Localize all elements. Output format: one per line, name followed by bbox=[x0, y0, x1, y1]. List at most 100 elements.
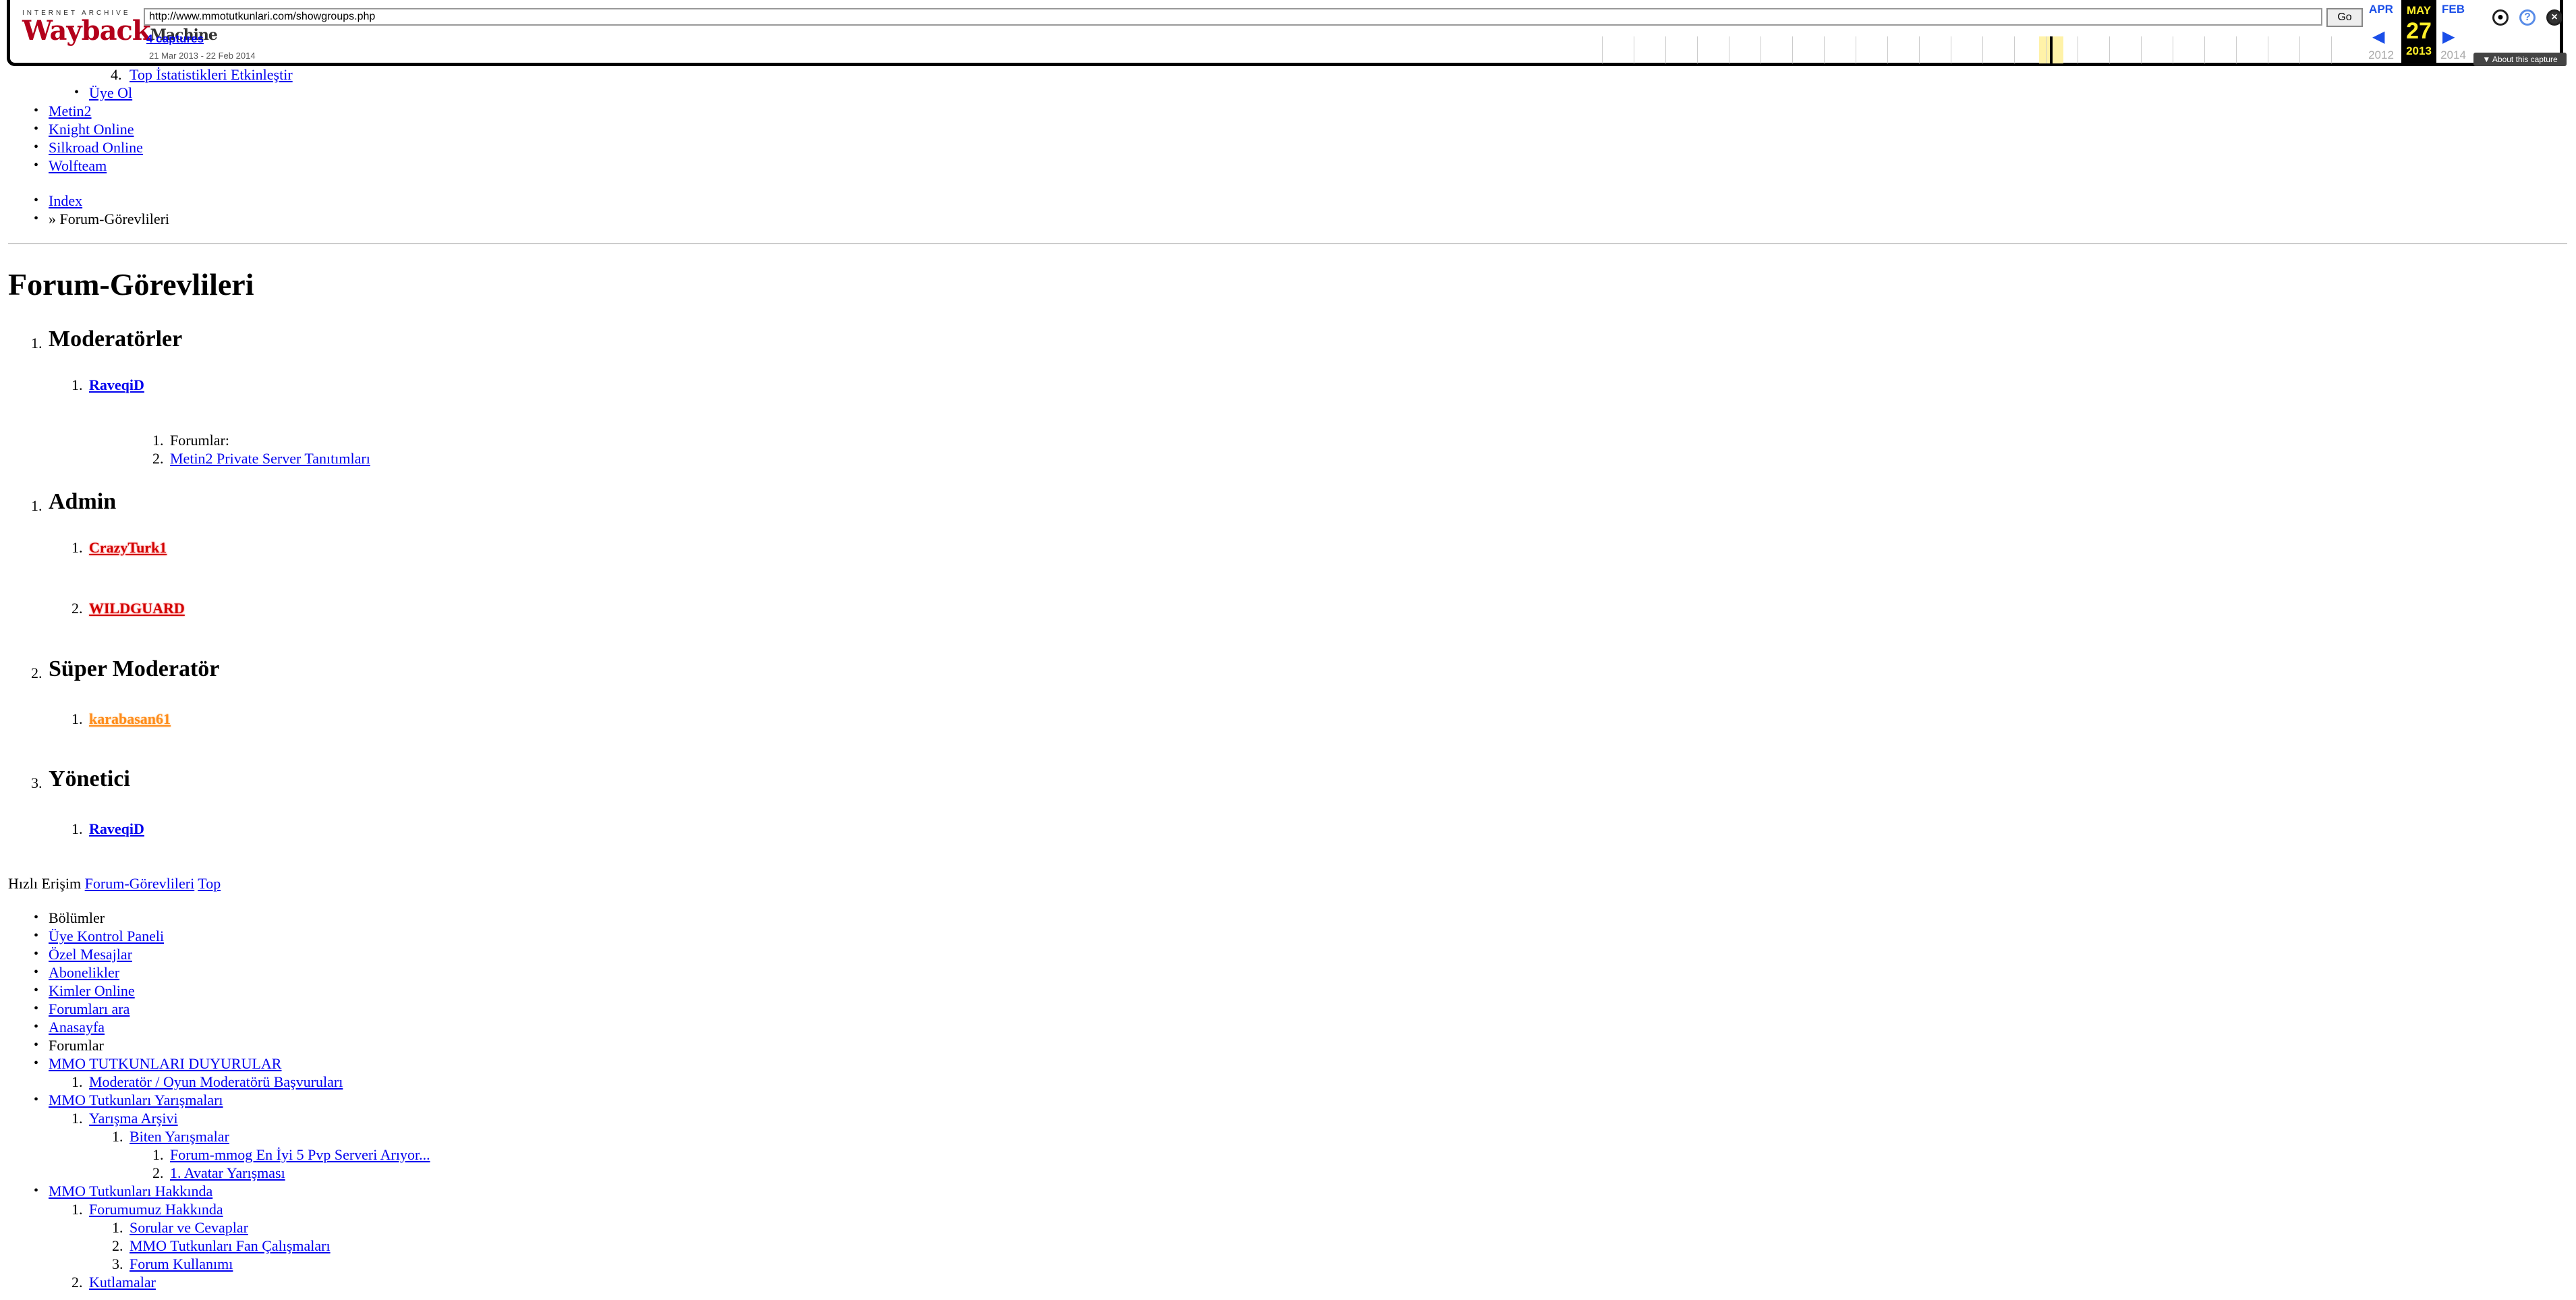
nav-link-faq[interactable]: Sorular ve Cevaplar bbox=[130, 1219, 248, 1236]
nav-item[interactable]: Anasayfa bbox=[34, 1018, 105, 1036]
group-number: 3. bbox=[31, 774, 42, 791]
group-title-super-moderator: Süper Moderatör bbox=[49, 656, 220, 681]
nav-item[interactable]: 2. Kutlamalar bbox=[71, 1273, 156, 1291]
group-member-number: 1. bbox=[71, 820, 83, 837]
help-icon[interactable]: ? bbox=[2519, 9, 2536, 26]
prev-year-label[interactable]: 2012 bbox=[2364, 49, 2398, 62]
nav-item[interactable]: 2. MMO Tutkunları Fan Çalışmaları bbox=[112, 1237, 331, 1255]
nav-item[interactable]: 1. Forumumuz Hakkında bbox=[71, 1200, 223, 1218]
nav-item[interactable]: Forumları ara bbox=[34, 1000, 130, 1018]
nav-link-home[interactable]: Anasayfa bbox=[49, 1019, 105, 1036]
nav-item[interactable]: 1. Biten Yarışmalar bbox=[112, 1127, 229, 1146]
nav-link-best-pvp[interactable]: Forum-mmog En İyi 5 Pvp Serveri Arıyor..… bbox=[170, 1146, 430, 1163]
game-item[interactable]: Wolfteam bbox=[34, 157, 107, 175]
nav-item[interactable]: Abonelikler bbox=[34, 963, 119, 982]
sparkline-tick bbox=[1887, 36, 1888, 63]
nav-item[interactable]: 2. 1. Avatar Yarışması bbox=[152, 1164, 285, 1182]
nav-item[interactable]: Kimler Online bbox=[34, 982, 135, 1000]
nav-link-user-cp[interactable]: Üye Kontrol Paneli bbox=[49, 928, 164, 944]
nav-link-search-forums[interactable]: Forumları ara bbox=[49, 1000, 130, 1017]
group-number: 2. bbox=[31, 665, 42, 681]
nav-item[interactable]: 1. Forum-mmog En İyi 5 Pvp Serveri Arıyor… bbox=[152, 1146, 430, 1164]
go-button[interactable]: Go bbox=[2326, 8, 2363, 27]
game-item[interactable]: Metin2 bbox=[34, 102, 92, 120]
nav-link-announcements[interactable]: MMO TUTKUNLARI DUYURULAR bbox=[49, 1055, 281, 1072]
nav-link-competitions[interactable]: MMO Tutkunları Yarışmaları bbox=[49, 1092, 223, 1108]
nav-link-subscriptions[interactable]: Abonelikler bbox=[49, 964, 119, 981]
quick-access-top-link[interactable]: Top bbox=[198, 875, 221, 892]
user-link-raveqid[interactable]: RaveqiD bbox=[89, 376, 144, 394]
forums-label: Forumlar: bbox=[170, 432, 229, 449]
quick-access-bar: Hızlı Erişim Forum-Görevlileri Top bbox=[8, 874, 221, 893]
game-item[interactable]: Silkroad Online bbox=[34, 138, 143, 157]
user-link-crazyturk1[interactable]: CrazyTurk1 bbox=[89, 538, 167, 557]
nav-item[interactable]: 1. Moderatör / Oyun Moderatörü Başvurular… bbox=[71, 1073, 343, 1091]
nav-link-about-forum[interactable]: Forumumuz Hakkında bbox=[89, 1201, 223, 1218]
nav-item[interactable]: MMO Tutkunları Yarışmaları bbox=[34, 1091, 223, 1109]
next-year-label[interactable]: 2014 bbox=[2436, 49, 2470, 62]
about-capture-button[interactable]: ▼ About this capture bbox=[2473, 53, 2567, 66]
sparkline-tick bbox=[2014, 36, 2015, 63]
user-link-karabasan61[interactable]: karabasan61 bbox=[89, 710, 171, 728]
prev-month-link[interactable]: APR bbox=[2364, 3, 2398, 16]
next-month-link[interactable]: FEB bbox=[2436, 3, 2470, 16]
nav-item[interactable]: 3. Forum Kullanımı bbox=[112, 1255, 233, 1273]
user-link-raveqid-manager[interactable]: RaveqiD bbox=[89, 820, 144, 838]
divider bbox=[8, 243, 2567, 244]
nav-link-forum-usage[interactable]: Forum Kullanımı bbox=[130, 1255, 233, 1272]
user-link-wildguard[interactable]: WILDGUARD bbox=[89, 599, 185, 617]
forums-number: 1. bbox=[152, 432, 164, 449]
prev-arrow-icon[interactable]: ◀ bbox=[2372, 27, 2384, 47]
forum-number: 2. bbox=[152, 450, 164, 467]
game-link-metin2[interactable]: Metin2 bbox=[49, 103, 92, 119]
close-icon[interactable]: × bbox=[2546, 9, 2563, 26]
wayback-logo[interactable]: INTERNET ARCHIVE WaybackMachine bbox=[22, 9, 218, 57]
sparkline-tick bbox=[1697, 36, 1698, 63]
sparkline-tick bbox=[2046, 36, 2047, 63]
group-number: 1. bbox=[31, 497, 42, 514]
next-arrow-icon[interactable]: ▶ bbox=[2442, 27, 2455, 47]
nav-link-congrats[interactable]: Kutlamalar bbox=[89, 1274, 156, 1291]
nav-link-fan-works[interactable]: MMO Tutkunları Fan Çalışmaları bbox=[130, 1237, 331, 1254]
register-item[interactable]: Üye Ol bbox=[74, 84, 132, 102]
breadcrumb-index-item[interactable]: Index bbox=[34, 192, 82, 210]
nav-item[interactable]: 1. Sorular ve Cevaplar bbox=[112, 1218, 248, 1237]
quick-access-forum-staff-link[interactable]: Forum-Görevlileri bbox=[85, 875, 195, 892]
nav-link-competition-archive[interactable]: Yarışma Arşivi bbox=[89, 1110, 178, 1127]
nav-link-who-online[interactable]: Kimler Online bbox=[49, 982, 135, 999]
page-title: Forum-Görevlileri bbox=[8, 267, 254, 302]
nav-link-private-messages[interactable]: Özel Mesajlar bbox=[49, 946, 132, 963]
breadcrumb-index-link[interactable]: Index bbox=[49, 192, 82, 209]
game-link-knight-online[interactable]: Knight Online bbox=[49, 121, 134, 138]
forum-link-metin2-private[interactable]: Metin2 Private Server Tanıtımları bbox=[170, 449, 370, 468]
captures-link[interactable]: 4 captures bbox=[146, 32, 204, 46]
game-link-wolfteam[interactable]: Wolfteam bbox=[49, 157, 107, 174]
sparkline-tick bbox=[1824, 36, 1825, 63]
game-link-silkroad[interactable]: Silkroad Online bbox=[49, 139, 143, 156]
nav-link-finished-competitions[interactable]: Biten Yarışmalar bbox=[130, 1128, 229, 1145]
current-year: 2013 bbox=[2406, 45, 2432, 57]
url-input[interactable] bbox=[144, 8, 2322, 26]
nav-link-avatar-contest[interactable]: 1. Avatar Yarışması bbox=[170, 1164, 285, 1181]
logo-wayback: Wayback bbox=[22, 15, 151, 47]
nav-item[interactable]: Özel Mesajlar bbox=[34, 945, 132, 963]
sparkline-capture-mark bbox=[2050, 36, 2053, 63]
sparkline-tick bbox=[2236, 36, 2237, 63]
nav-item[interactable]: Üye Kontrol Paneli bbox=[34, 927, 164, 945]
account-icon[interactable]: ● bbox=[2492, 9, 2509, 26]
sub-nav-item[interactable]: 4. Top İstatistikleri Etkinleştir bbox=[111, 65, 293, 84]
game-item[interactable]: Knight Online bbox=[34, 120, 134, 138]
nav-item[interactable]: MMO TUTKUNLARI DUYURULAR bbox=[34, 1054, 282, 1073]
nav-item[interactable]: MMO Tutkunları Hakkında bbox=[34, 1182, 212, 1200]
nav-link-about-mmo[interactable]: MMO Tutkunları Hakkında bbox=[49, 1183, 212, 1199]
nav-forums-label: Forumlar bbox=[34, 1036, 104, 1054]
group-title-admin: Admin bbox=[49, 489, 117, 514]
wayback-toolbar: INTERNET ARCHIVE WaybackMachine Go 4 cap… bbox=[7, 0, 2567, 66]
sparkline-tick bbox=[2109, 36, 2110, 63]
nav-item[interactable]: 1. Yarışma Arşivi bbox=[71, 1109, 178, 1127]
nav-link-mod-applications[interactable]: Moderatör / Oyun Moderatörü Başvuruları bbox=[89, 1073, 343, 1090]
group-title-manager: Yönetici bbox=[49, 766, 130, 791]
capture-sparkline[interactable] bbox=[1602, 36, 2361, 63]
register-link[interactable]: Üye Ol bbox=[89, 84, 132, 101]
sub-nav-link[interactable]: Top İstatistikleri Etkinleştir bbox=[130, 66, 293, 83]
